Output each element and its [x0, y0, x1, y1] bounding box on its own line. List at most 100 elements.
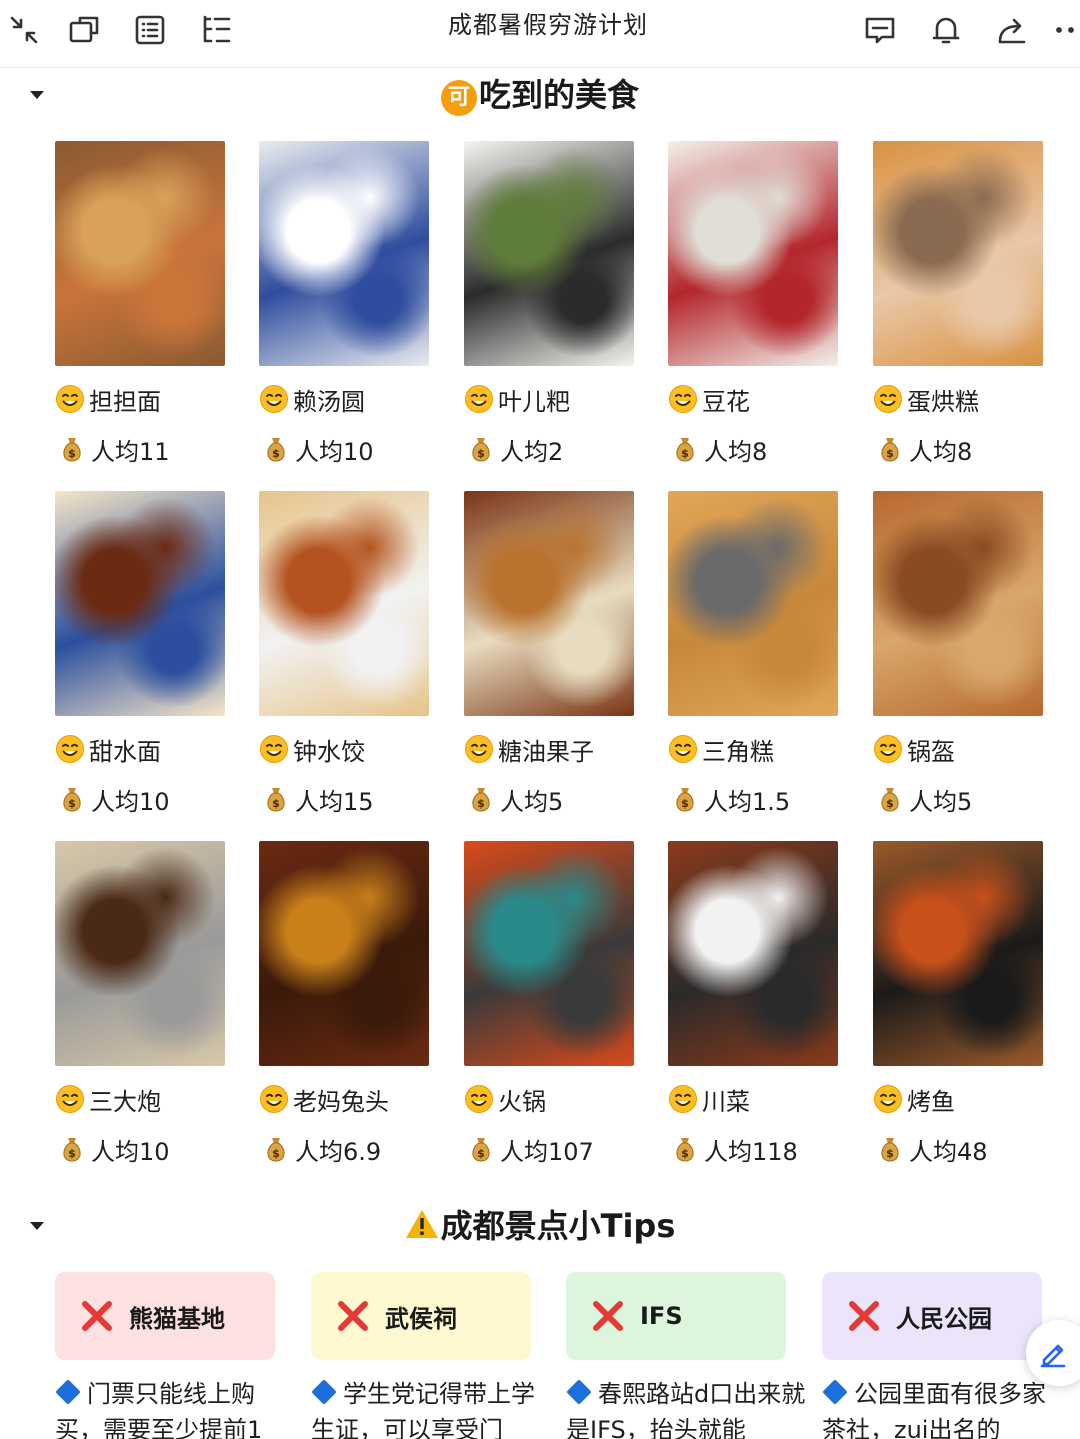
svg-text:$: $	[886, 797, 894, 810]
svg-text:$: $	[272, 447, 280, 460]
food-price-text: 人均5	[500, 787, 564, 816]
money-bag-icon: $	[267, 788, 285, 812]
food-price: $ 人均10	[259, 431, 374, 467]
svg-text:$: $	[681, 797, 689, 810]
food-photo[interactable]	[873, 141, 1043, 366]
food-name: 赖汤圆	[259, 381, 365, 417]
smile-icon	[465, 1085, 493, 1113]
tip-text: 公园里面有很多家茶社，zui出名的	[822, 1376, 1062, 1439]
svg-text:$: $	[681, 1147, 689, 1160]
blue-diamond-icon	[55, 1379, 81, 1405]
food-price: $ 人均8	[668, 431, 767, 467]
food-photo[interactable]	[259, 841, 429, 1066]
tips-section-title: 成都景点小Tips	[0, 1201, 1080, 1251]
food-price-text: 人均8	[909, 437, 973, 466]
tip-card[interactable]: 熊猫基地	[55, 1272, 275, 1360]
tip-card[interactable]: 武侯祠	[311, 1272, 531, 1360]
food-photo[interactable]	[464, 491, 634, 716]
food-price: $ 人均107	[464, 1131, 594, 1167]
collapse-arrows-icon[interactable]	[4, 10, 44, 50]
svg-text:$: $	[477, 1147, 485, 1160]
food-price: $ 人均5	[464, 781, 563, 817]
food-name: 烤鱼	[873, 1081, 955, 1117]
food-photo[interactable]	[55, 841, 225, 1066]
food-name: 糖油果子	[464, 731, 594, 767]
food-name-text: 锅盔	[907, 737, 955, 766]
food-card: 烤鱼 $ 人均48	[873, 841, 1043, 1166]
red-x-icon	[849, 1301, 879, 1331]
food-price-text: 人均5	[909, 787, 973, 816]
money-bag-icon: $	[472, 1138, 490, 1162]
food-price-text: 人均10	[91, 787, 170, 816]
money-bag-icon: $	[881, 438, 899, 462]
food-price: $ 人均10	[55, 1131, 170, 1167]
red-x-icon	[593, 1301, 623, 1331]
food-card: 蛋烘糕 $ 人均8	[873, 141, 1043, 466]
tip-text: 门票只能线上购买，需要至少提前1	[55, 1376, 295, 1439]
money-bag-icon: $	[267, 1138, 285, 1162]
share-icon[interactable]	[992, 10, 1032, 50]
smile-icon	[669, 1085, 697, 1113]
tip-text: 学生党记得带上学生证，可以享受门	[311, 1376, 551, 1439]
tip-card[interactable]: 人民公园	[822, 1272, 1042, 1360]
window-icon[interactable]	[64, 10, 104, 50]
tip-text: 春熙路站d口出来就是IFS，抬头就能	[566, 1376, 806, 1439]
tip-card[interactable]: IFS	[566, 1272, 786, 1360]
food-card: 担担面 $ 人均11	[55, 141, 225, 466]
food-photo[interactable]	[668, 141, 838, 366]
food-price-text: 人均2	[500, 437, 564, 466]
blue-diamond-icon	[311, 1379, 337, 1405]
food-price-text: 人均8	[704, 437, 768, 466]
money-bag-icon: $	[63, 788, 81, 812]
food-photo[interactable]	[668, 491, 838, 716]
food-photo[interactable]	[259, 491, 429, 716]
food-price: $ 人均2	[464, 431, 563, 467]
food-price-text: 人均15	[295, 787, 374, 816]
food-photo[interactable]	[464, 841, 634, 1066]
tip-label: 武侯祠	[385, 1304, 457, 1333]
tip-label: 熊猫基地	[129, 1304, 225, 1333]
svg-text:$: $	[681, 447, 689, 460]
food-price-text: 人均10	[295, 437, 374, 466]
food-name-text: 老妈兔头	[293, 1087, 389, 1116]
svg-text:$: $	[886, 1147, 894, 1160]
food-name-text: 烤鱼	[907, 1087, 955, 1116]
food-photo[interactable]	[873, 841, 1043, 1066]
more-icon[interactable]	[1050, 10, 1080, 50]
comment-icon[interactable]	[860, 10, 900, 50]
smile-icon	[56, 1085, 84, 1113]
food-price: $ 人均118	[668, 1131, 798, 1167]
food-price-text: 人均1.5	[704, 787, 791, 816]
food-name: 川菜	[668, 1081, 750, 1117]
food-name-text: 蛋烘糕	[907, 387, 979, 416]
food-photo[interactable]	[464, 141, 634, 366]
food-card: 甜水面 $ 人均10	[55, 491, 225, 816]
smile-icon	[56, 385, 84, 413]
money-bag-icon: $	[676, 1138, 694, 1162]
food-price-text: 人均6.9	[295, 1137, 382, 1166]
tip-text-content: 学生党记得带上学生证，可以享受门	[311, 1380, 535, 1439]
money-bag-icon: $	[881, 788, 899, 812]
food-name-text: 火锅	[498, 1087, 546, 1116]
food-name: 叶儿粑	[464, 381, 570, 417]
food-name: 钟水饺	[259, 731, 365, 767]
smile-icon	[260, 735, 288, 763]
warning-icon	[405, 1210, 438, 1238]
food-photo[interactable]	[55, 141, 225, 366]
money-bag-icon: $	[881, 1138, 899, 1162]
food-price-text: 人均10	[91, 1137, 170, 1166]
food-photo[interactable]	[873, 491, 1043, 716]
bell-icon[interactable]	[926, 10, 966, 50]
money-bag-icon: $	[472, 788, 490, 812]
tip-label: IFS	[640, 1302, 683, 1330]
ke-badge-icon: 可	[440, 80, 477, 116]
tree-list-icon[interactable]	[196, 10, 236, 50]
food-card: 叶儿粑 $ 人均2	[464, 141, 634, 466]
food-price: $ 人均48	[873, 1131, 988, 1167]
svg-text:$: $	[68, 1147, 76, 1160]
food-photo[interactable]	[55, 491, 225, 716]
outline-list-icon[interactable]	[130, 10, 170, 50]
food-card: 川菜 $ 人均118	[668, 841, 838, 1166]
food-photo[interactable]	[259, 141, 429, 366]
food-photo[interactable]	[668, 841, 838, 1066]
